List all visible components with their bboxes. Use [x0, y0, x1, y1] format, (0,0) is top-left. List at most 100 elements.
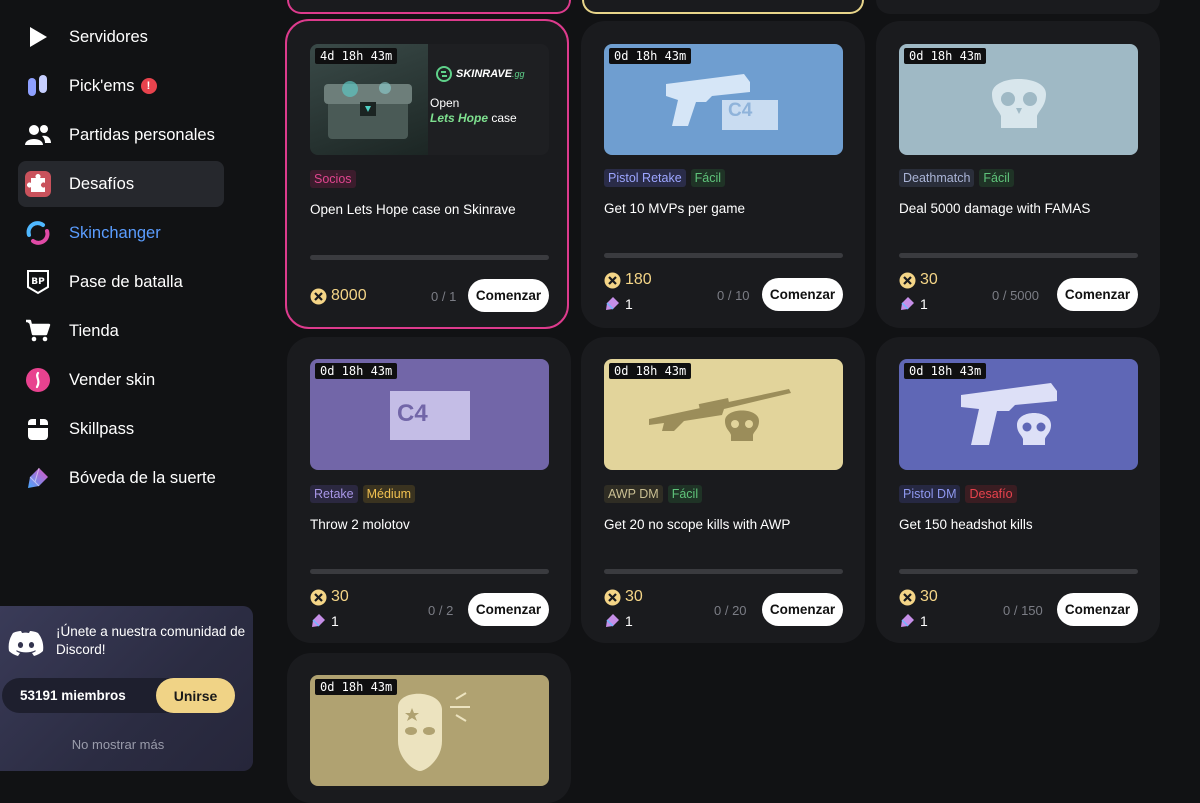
- card-title: Open Lets Hope case on Skinrave: [310, 202, 516, 217]
- gem-icon: [606, 614, 619, 627]
- nav-item-boveda-de-la-suerte[interactable]: Bóveda de la suerte: [18, 455, 224, 501]
- start-button[interactable]: Comenzar: [468, 593, 549, 626]
- skillpass-icon: [25, 416, 51, 442]
- card-partial[interactable]: [582, 0, 864, 14]
- reward-gems: 1: [899, 612, 928, 629]
- discord-icon: [8, 630, 44, 663]
- gem-icon: [901, 614, 914, 627]
- progress-text: 0 / 150: [1003, 603, 1043, 618]
- nav-item-skillpass[interactable]: Skillpass: [18, 406, 224, 452]
- card-timer: 0d 18h 43m: [315, 363, 398, 379]
- tag-mode: AWP DM: [604, 485, 663, 503]
- card-image: 0d 18h 43m: [310, 675, 549, 786]
- discord-message: ¡Únete a nuestra comunidad de Discord!: [56, 624, 246, 657]
- users-icon: [25, 122, 51, 148]
- discord-dismiss-link[interactable]: No mostrar más: [0, 737, 236, 752]
- coin-icon: [310, 589, 327, 605]
- progress-bar: [310, 569, 549, 574]
- reward-coins: 30: [899, 588, 938, 606]
- pickems-icon: [25, 73, 51, 99]
- tag-mode: Deathmatch: [899, 169, 975, 187]
- svg-text:BP: BP: [31, 277, 45, 287]
- reward-coins: 180: [604, 271, 652, 289]
- tag-difficulty: Fácil: [667, 485, 703, 503]
- skinchanger-icon: [25, 220, 51, 246]
- start-button[interactable]: Comenzar: [1057, 593, 1138, 626]
- sponsor-brand: SKINRAVE: [456, 68, 513, 80]
- progress-bar: [899, 569, 1138, 574]
- start-button[interactable]: Comenzar: [468, 279, 549, 312]
- challenge-card[interactable]: C4 0d 18h 43m Retake Médium Throw 2 molo…: [287, 337, 571, 643]
- card-title: Deal 5000 damage with FAMAS: [899, 201, 1091, 216]
- card-tags: Pistol DM Desafío: [899, 485, 1017, 503]
- card-timer: 4d 18h 43m: [315, 48, 398, 64]
- coin-value: 30: [920, 588, 938, 605]
- card-tags: AWP DM Fácil: [604, 485, 703, 503]
- coin-icon: [604, 589, 621, 605]
- progress-text: 0 / 20: [714, 603, 747, 618]
- nav-item-partidas-personales[interactable]: Partidas personales: [18, 112, 224, 158]
- coin-icon: [899, 589, 916, 605]
- coin-value: 30: [625, 588, 643, 605]
- puzzle-icon: [25, 171, 51, 197]
- nav-item-vender-skin[interactable]: Vender skin: [18, 357, 224, 403]
- nav-label: Servidores: [69, 27, 148, 46]
- start-button[interactable]: Comenzar: [762, 593, 843, 626]
- nav-item-pase-de-batalla[interactable]: BP Pase de batalla: [18, 259, 224, 305]
- card-partial[interactable]: [287, 0, 571, 14]
- nav-label: Vender skin: [69, 370, 156, 389]
- gem-value: 1: [625, 612, 633, 629]
- gem-value: 1: [625, 295, 633, 312]
- gem-value: 1: [331, 612, 339, 629]
- nav-item-servidores[interactable]: Servidores: [18, 14, 224, 60]
- card-tags: Deathmatch Fácil: [899, 169, 1014, 187]
- coin-icon: [899, 272, 916, 288]
- coin-icon: [604, 272, 621, 288]
- card-image: 0d 18h 43m: [899, 359, 1138, 470]
- nav-label: Skinchanger: [69, 223, 161, 242]
- coin-icon: [310, 288, 327, 304]
- nav-label: Desafíos: [69, 174, 135, 193]
- coin-value: 30: [331, 588, 349, 605]
- nav-item-tienda[interactable]: Tienda: [18, 308, 224, 354]
- reward-gems: 1: [604, 612, 633, 629]
- challenge-card[interactable]: 0d 18h 43m: [287, 653, 571, 803]
- card-partial[interactable]: [876, 0, 1160, 14]
- tag-difficulty: Desafío: [965, 485, 1017, 503]
- nav-item-pickems[interactable]: Pick'ems !: [18, 63, 224, 109]
- challenge-card[interactable]: C4 0d 18h 43m Pistol Retake Fácil Get 10…: [581, 21, 865, 328]
- discord-join-button[interactable]: Unirse: [156, 678, 235, 713]
- nav-item-desafios[interactable]: Desafíos: [18, 161, 224, 207]
- c4-label: C4: [397, 400, 428, 427]
- sidebar: Servidores Pick'ems ! Partidas personale…: [0, 0, 262, 790]
- tag-difficulty: Médium: [362, 485, 416, 503]
- reward-coins: 30: [899, 271, 938, 289]
- gem-icon: [901, 297, 914, 310]
- progress-text: 0 / 5000: [992, 288, 1039, 303]
- start-button[interactable]: Comenzar: [1057, 278, 1138, 311]
- nav-item-skinchanger[interactable]: Skinchanger: [18, 210, 224, 256]
- nav-label: Pase de batalla: [69, 272, 183, 291]
- tag-mode: Pistol DM: [899, 485, 961, 503]
- card-image: C4 0d 18h 43m: [310, 359, 549, 470]
- tag-difficulty: Fácil: [979, 169, 1014, 187]
- card-tags: Pistol Retake Fácil: [604, 169, 726, 187]
- card-tags: Retake Médium: [310, 485, 416, 503]
- card-title: Get 20 no scope kills with AWP: [604, 517, 791, 532]
- card-timer: 0d 18h 43m: [904, 48, 987, 64]
- challenge-card[interactable]: 0d 18h 43m AWP DM Fácil Get 20 no scope …: [581, 337, 865, 643]
- nav-label: Bóveda de la suerte: [69, 468, 216, 487]
- challenge-card[interactable]: SKINRAVE .gg Open Lets Hope case 4d 18h 4…: [285, 19, 569, 329]
- sponsor-highlight: Lets Hope: [430, 111, 489, 125]
- tag-mode: Pistol Retake: [604, 169, 686, 187]
- card-image: C4 0d 18h 43m: [604, 44, 843, 155]
- nav-label: Pick'ems: [69, 76, 135, 95]
- card-title: Get 150 headshot kills: [899, 517, 1033, 532]
- challenge-card[interactable]: 0d 18h 43m Pistol DM Desafío Get 150 hea…: [876, 337, 1160, 643]
- coin-value: 180: [625, 271, 652, 288]
- card-timer: 0d 18h 43m: [315, 679, 398, 695]
- card-title: Throw 2 molotov: [310, 517, 410, 532]
- challenge-card[interactable]: 0d 18h 43m Deathmatch Fácil Deal 5000 da…: [876, 21, 1160, 328]
- start-button[interactable]: Comenzar: [762, 278, 843, 311]
- tag-category: Socios: [310, 170, 356, 188]
